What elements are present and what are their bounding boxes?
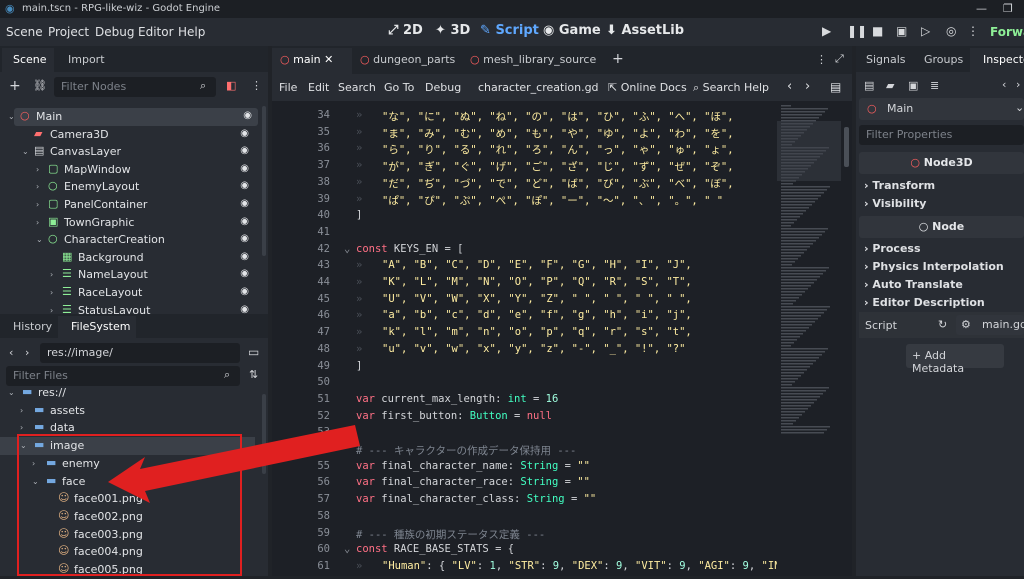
red-arrow (108, 425, 360, 503)
